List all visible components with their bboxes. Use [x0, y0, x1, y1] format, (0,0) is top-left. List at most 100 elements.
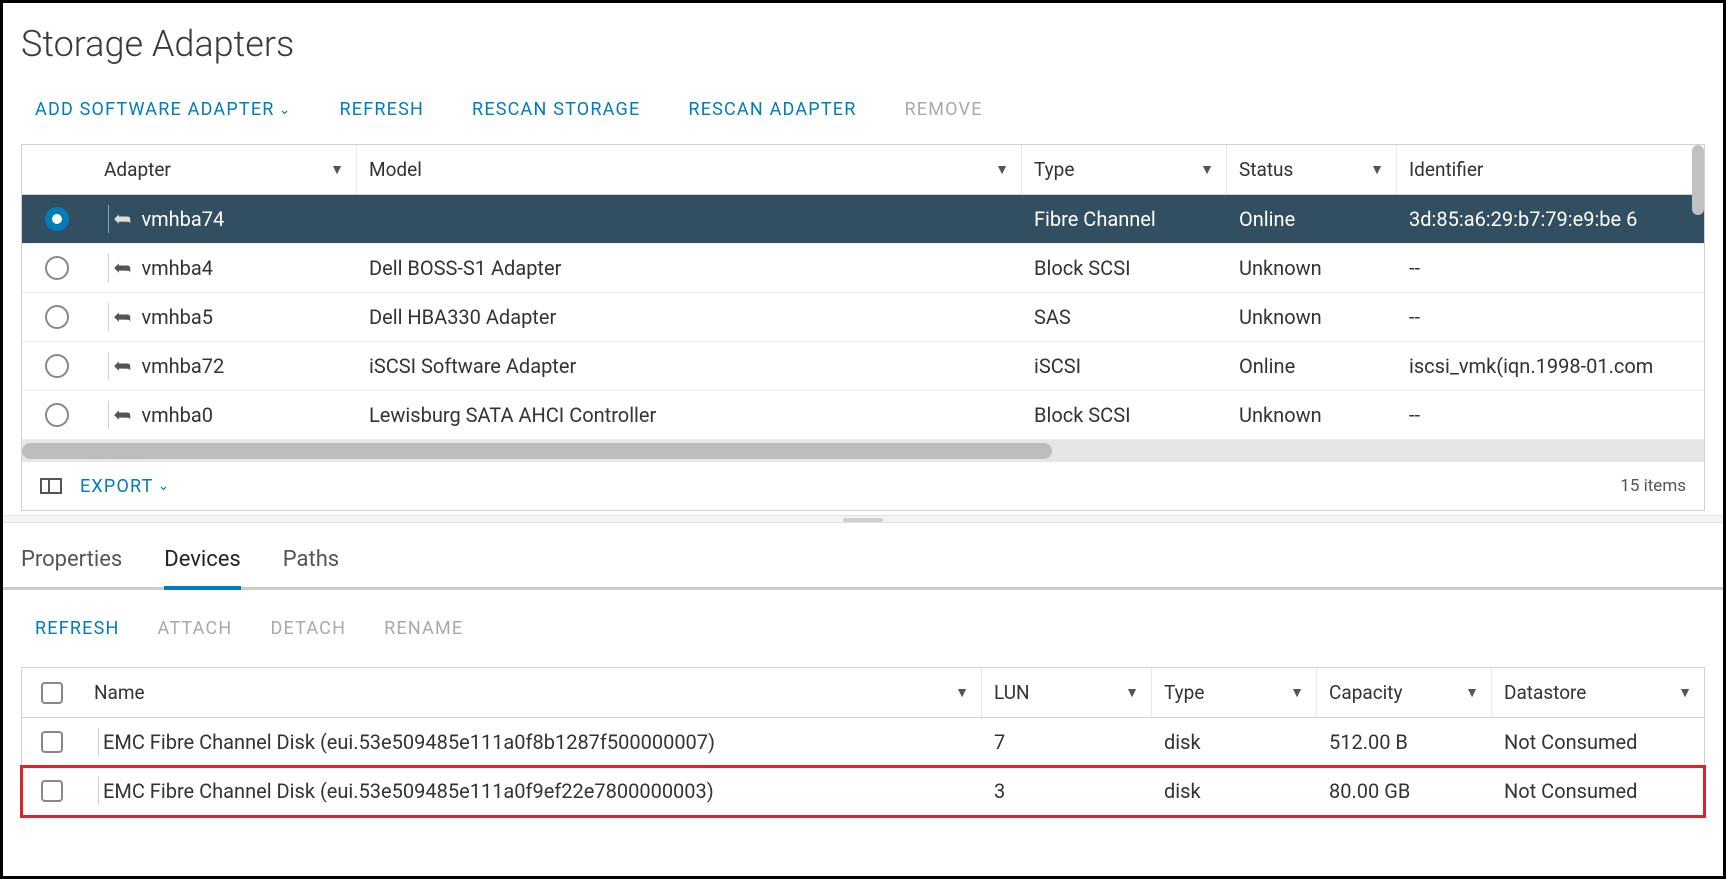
cell-divider — [98, 777, 99, 805]
items-count: 15 items — [1620, 476, 1686, 496]
row-radio-cell[interactable] — [22, 244, 92, 292]
adapter-icon: ➦ — [113, 207, 131, 232]
checkbox-all[interactable] — [41, 682, 63, 704]
radio-button[interactable] — [45, 354, 69, 378]
filter-icon[interactable]: ▼ — [955, 684, 969, 701]
header-identifier-label: Identifier — [1409, 158, 1483, 181]
status-cell: Online — [1227, 195, 1397, 243]
device-row[interactable]: EMC Fibre Channel Disk (eui.53e509485e11… — [22, 718, 1704, 767]
splitter[interactable] — [3, 515, 1723, 523]
cell-divider — [108, 205, 109, 233]
row-radio-cell[interactable] — [22, 342, 92, 390]
chevron-down-icon: ⌄ — [279, 102, 292, 118]
header-name-label: Name — [94, 681, 145, 704]
radio-button[interactable] — [45, 305, 69, 329]
row-checkbox-cell[interactable] — [22, 767, 82, 815]
type-cell: iSCSI — [1022, 342, 1227, 390]
header-status-label: Status — [1239, 158, 1293, 181]
header-type[interactable]: Type ▼ — [1022, 145, 1227, 194]
header-model[interactable]: Model ▼ — [357, 145, 1022, 194]
header-lun-label: LUN — [994, 681, 1030, 704]
datastore-cell: Not Consumed — [1492, 767, 1704, 815]
adapter-row[interactable]: ➦vmhba5Dell HBA330 AdapterSASUnknown-- — [22, 293, 1704, 342]
model-cell: iSCSI Software Adapter — [357, 342, 1022, 390]
row-checkbox-cell[interactable] — [22, 718, 82, 766]
radio-button[interactable] — [45, 207, 69, 231]
header-datastore[interactable]: Datastore ▼ — [1492, 668, 1704, 717]
header-lun[interactable]: LUN ▼ — [982, 668, 1152, 717]
cell-divider — [108, 303, 109, 331]
radio-button[interactable] — [45, 403, 69, 427]
filter-icon[interactable]: ▼ — [1465, 684, 1479, 701]
tab-devices[interactable]: Devices — [164, 547, 241, 590]
filter-icon[interactable]: ▼ — [1200, 161, 1214, 178]
device-type-cell: disk — [1152, 718, 1317, 766]
checkbox[interactable] — [41, 780, 63, 802]
filter-icon[interactable]: ▼ — [330, 161, 344, 178]
adapter-icon: ➦ — [113, 403, 131, 428]
adapters-table-body: ➦vmhba74Fibre ChannelOnline3d:85:a6:29:b… — [22, 195, 1704, 440]
filter-icon[interactable]: ▼ — [1678, 684, 1692, 701]
filter-icon[interactable]: ▼ — [1125, 684, 1139, 701]
detach-button: DETACH — [270, 618, 346, 639]
adapter-row[interactable]: ➦ vmhba0 Lewisburg SATA AHCI ControllerBlo… — [22, 391, 1704, 440]
adapter-name: vmhba4 — [141, 256, 213, 280]
adapter-icon: ➦ — [113, 256, 131, 281]
tab-paths[interactable]: Paths — [283, 547, 339, 590]
filter-icon[interactable]: ▼ — [995, 161, 1009, 178]
adapter-row[interactable]: ➦vmhba4Dell BOSS-S1 AdapterBlock SCSIUnk… — [22, 244, 1704, 293]
radio-button[interactable] — [45, 256, 69, 280]
adapter-row[interactable]: ➦vmhba74Fibre ChannelOnline3d:85:a6:29:b… — [22, 195, 1704, 244]
devices-refresh-button[interactable]: REFRESH — [35, 618, 120, 639]
refresh-button[interactable]: REFRESH — [340, 99, 425, 120]
row-radio-cell[interactable] — [22, 293, 92, 341]
horizontal-scrollbar[interactable] — [22, 440, 1704, 462]
datastore-cell: Not Consumed — [1492, 718, 1704, 766]
header-capacity-label: Capacity — [1329, 681, 1402, 704]
remove-button: REMOVE — [905, 99, 983, 120]
export-button[interactable]: EXPORT ⌄ — [80, 476, 171, 497]
header-checkbox[interactable] — [22, 668, 82, 717]
device-type-cell: disk — [1152, 767, 1317, 815]
header-device-type[interactable]: Type ▼ — [1152, 668, 1317, 717]
capacity-cell: 512.00 B — [1317, 718, 1492, 766]
model-cell: Lewisburg SATA AHCI Controller — [357, 391, 1022, 439]
adapter-row[interactable]: ➦vmhba72iSCSI Software AdapteriSCSIOnlin… — [22, 342, 1704, 391]
rescan-storage-button[interactable]: RESCAN STORAGE — [472, 99, 640, 120]
row-radio-cell[interactable] — [22, 391, 92, 439]
columns-icon[interactable] — [40, 478, 62, 494]
adapter-icon: ➦ — [113, 354, 131, 379]
cell-divider — [108, 254, 109, 282]
adapter-cell: ➦ vmhba0 — [92, 391, 357, 439]
header-status[interactable]: Status ▼ — [1227, 145, 1397, 194]
filter-icon[interactable]: ▼ — [1290, 684, 1304, 701]
header-adapter[interactable]: Adapter ▼ — [92, 145, 357, 194]
status-cell: Unknown — [1227, 293, 1397, 341]
device-name-cell: EMC Fibre Channel Disk (eui.53e509485e11… — [82, 767, 982, 815]
header-name[interactable]: Name ▼ — [82, 668, 982, 717]
header-capacity[interactable]: Capacity ▼ — [1317, 668, 1492, 717]
chevron-down-icon: ⌄ — [158, 478, 171, 494]
model-cell — [357, 195, 1022, 243]
type-cell: Block SCSI — [1022, 391, 1227, 439]
device-row[interactable]: EMC Fibre Channel Disk (eui.53e509485e11… — [22, 767, 1704, 816]
rescan-adapter-button[interactable]: RESCAN ADAPTER — [688, 99, 856, 120]
attach-button: ATTACH — [158, 618, 233, 639]
identifier-cell: -- — [1397, 244, 1704, 292]
identifier-cell: -- — [1397, 293, 1704, 341]
filter-icon[interactable]: ▼ — [1370, 161, 1384, 178]
device-name: EMC Fibre Channel Disk (eui.53e509485e11… — [103, 779, 714, 803]
device-name-cell: EMC Fibre Channel Disk (eui.53e509485e11… — [82, 718, 982, 766]
header-identifier[interactable]: Identifier — [1397, 145, 1704, 194]
cell-divider — [108, 352, 109, 380]
adapter-name: vmhba0 — [141, 403, 213, 427]
detail-tabs: Properties Devices Paths — [3, 523, 1723, 590]
tab-properties[interactable]: Properties — [21, 547, 122, 590]
cell-divider — [98, 728, 99, 756]
vertical-scrollbar[interactable] — [1692, 145, 1704, 215]
row-radio-cell[interactable] — [22, 195, 92, 243]
horizontal-scrollbar-thumb[interactable] — [22, 443, 1052, 459]
add-software-adapter-button[interactable]: ADD SOFTWARE ADAPTER ⌄ — [35, 99, 292, 120]
checkbox[interactable] — [41, 731, 63, 753]
adapter-cell: ➦vmhba5 — [92, 293, 357, 341]
